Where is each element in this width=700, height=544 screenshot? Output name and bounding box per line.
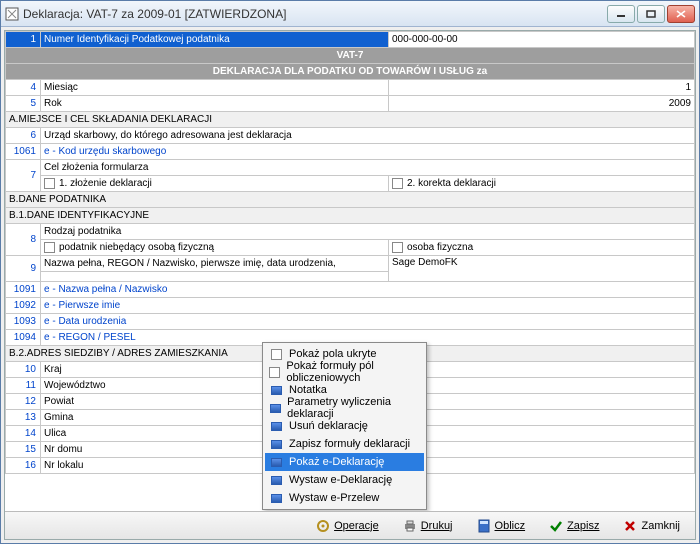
note-icon (271, 386, 282, 395)
menu-show-edeclaration[interactable]: Pokaż e-Deklarację (265, 453, 424, 471)
row-number: 1 (6, 32, 41, 48)
row-year[interactable]: 5 Rok 2009 (6, 96, 695, 112)
form-header-2: DEKLARACJA DLA PODATKU OD TOWARÓW I USŁU… (6, 64, 695, 80)
section-a: A.MIEJSCE I CEL SKŁADANIA DEKLARACJI (6, 112, 695, 128)
x-icon (623, 519, 637, 533)
checkbox-icon (271, 349, 282, 360)
toolbar: Operacje Drukuj Oblicz Zapisz Zamknij (5, 511, 695, 539)
context-menu[interactable]: Pokaż pola ukryte Pokaż formuły pól obli… (262, 342, 427, 510)
row-taxpayer-type-options[interactable]: podatnik niebędący osobą fizyczną osoba … (6, 240, 695, 256)
row-taxpayer-type[interactable]: 8 Rodzaj podatnika (6, 224, 695, 240)
printer-icon (403, 519, 417, 533)
section-b1: B.1.DANE IDENTYFIKACYJNE (6, 208, 695, 224)
save-button[interactable]: Zapisz (540, 516, 608, 536)
row-purpose[interactable]: 7 Cel złożenia formularza (6, 160, 695, 176)
show-icon (271, 458, 282, 467)
menu-show-formulas[interactable]: Pokaż formuły pól obliczeniowych (265, 363, 424, 381)
app-icon (5, 7, 19, 21)
params-icon (270, 404, 281, 413)
calculator-icon (477, 519, 491, 533)
checkbox-submission[interactable] (44, 178, 55, 189)
issue-icon (271, 476, 282, 485)
row-month[interactable]: 4 Miesiąc 1 (6, 80, 695, 96)
titlebar[interactable]: Deklaracja: VAT-7 za 2009-01 [ZATWIERDZO… (1, 1, 699, 27)
operations-button[interactable]: Operacje (307, 516, 388, 536)
checkbox-icon (269, 367, 280, 378)
check-icon (549, 519, 563, 533)
form-area: 1 Numer Identyfikacji Podatkowej podatni… (4, 30, 696, 540)
save-icon (271, 440, 282, 449)
row-1061[interactable]: 1061 e - Kod urzędu skarbowego (6, 144, 695, 160)
gear-icon (316, 519, 330, 533)
close-button[interactable] (667, 5, 695, 23)
row-1093[interactable]: 1093e - Data urodzenia (6, 314, 695, 330)
menu-save-formulas[interactable]: Zapisz formuły deklaracji (265, 435, 424, 453)
menu-issue-etransfer[interactable]: Wystaw e-Przelew (265, 489, 424, 507)
window: Deklaracja: VAT-7 za 2009-01 [ZATWIERDZO… (0, 0, 700, 544)
delete-icon (271, 422, 282, 431)
maximize-button[interactable] (637, 5, 665, 23)
window-buttons (607, 5, 695, 23)
section-b: B.DANE PODATNIKA (6, 192, 695, 208)
transfer-icon (271, 494, 282, 503)
field-value[interactable]: 000-000-00-00 (389, 32, 695, 48)
calculate-button[interactable]: Oblicz (468, 516, 535, 536)
menu-calc-params[interactable]: Parametry wyliczenia deklaracji (265, 399, 424, 417)
window-title: Deklaracja: VAT-7 za 2009-01 [ZATWIERDZO… (23, 7, 607, 21)
print-button[interactable]: Drukuj (394, 516, 462, 536)
row-fullname[interactable]: 9 Nazwa pełna, REGON / Nazwisko, pierwsz… (6, 256, 695, 272)
close-form-button[interactable]: Zamknij (614, 516, 689, 536)
checkbox-physical[interactable] (392, 242, 403, 253)
checkbox-nonphysical[interactable] (44, 242, 55, 253)
menu-issue-edeclaration[interactable]: Wystaw e-Deklarację (265, 471, 424, 489)
checkbox-correction[interactable] (392, 178, 403, 189)
form-header-1: VAT-7 (6, 48, 695, 64)
row-nip[interactable]: 1 Numer Identyfikacji Podatkowej podatni… (6, 32, 695, 48)
row-tax-office[interactable]: 6 Urząd skarbowy, do którego adresowana … (6, 128, 695, 144)
minimize-button[interactable] (607, 5, 635, 23)
row-1091[interactable]: 1091e - Nazwa pełna / Nazwisko (6, 282, 695, 298)
row-purpose-options[interactable]: 1. złożenie deklaracji 2. korekta deklar… (6, 176, 695, 192)
field-label: Numer Identyfikacji Podatkowej podatnika (41, 32, 389, 48)
row-1092[interactable]: 1092e - Pierwsze imie (6, 298, 695, 314)
